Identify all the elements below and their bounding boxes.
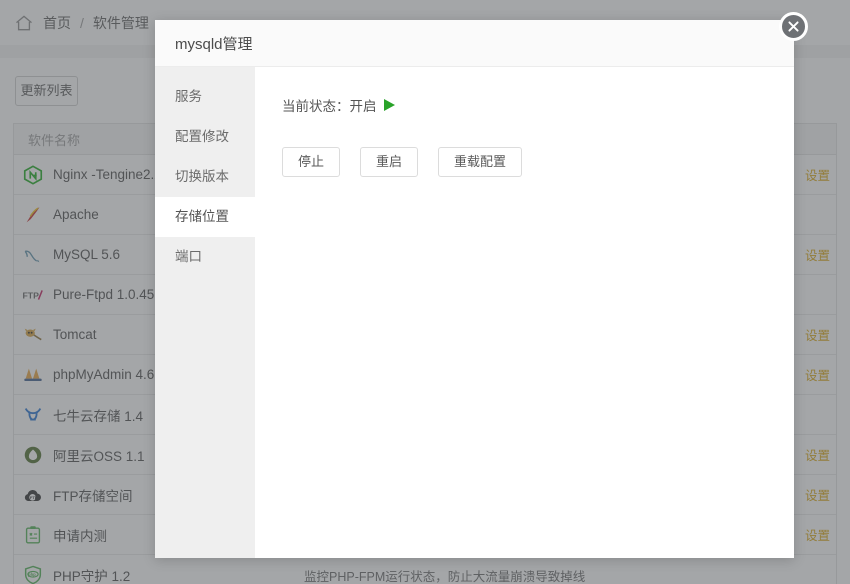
service-action-buttons: 停止 重启 重载配置 [282,147,794,177]
dialog-tab-3[interactable]: 切换版本 [155,157,255,197]
dialog-body: 服务 配置修改 切换版本 存储位置 端口 当前状态： 开启 停止 重启 重载配置 [155,67,794,558]
dialog-tab-4[interactable]: 存储位置 [155,197,255,237]
dialog-title: mysqld管理 [155,20,794,67]
service-status-line: 当前状态： 开启 [282,95,794,115]
service-button-3[interactable]: 重载配置 [438,147,523,177]
app-root: 首页 / 软件管理 更新列表 软件名称 Nginx -Tengine2.2设置A… [0,0,850,584]
close-icon[interactable] [779,12,808,41]
dialog-tab-2[interactable]: 配置修改 [155,117,255,157]
dialog-content-service: 当前状态： 开启 停止 重启 重载配置 [255,67,794,558]
dialog-tab-1[interactable]: 服务 [155,77,255,117]
service-button-1[interactable]: 停止 [282,147,341,177]
dialog-sidebar: 服务 配置修改 切换版本 存储位置 端口 [155,67,255,558]
play-icon [383,99,395,111]
mysqld-manage-dialog: mysqld管理 服务 配置修改 切换版本 存储位置 端口 当前状态： 开启 停止 重启重… [155,20,794,558]
service-button-2[interactable]: 重启 [360,147,419,177]
service-status-label: 当前状态： [282,99,350,114]
dialog-tab-5[interactable]: 端口 [155,237,255,277]
service-status-value: 开启 [349,99,377,114]
